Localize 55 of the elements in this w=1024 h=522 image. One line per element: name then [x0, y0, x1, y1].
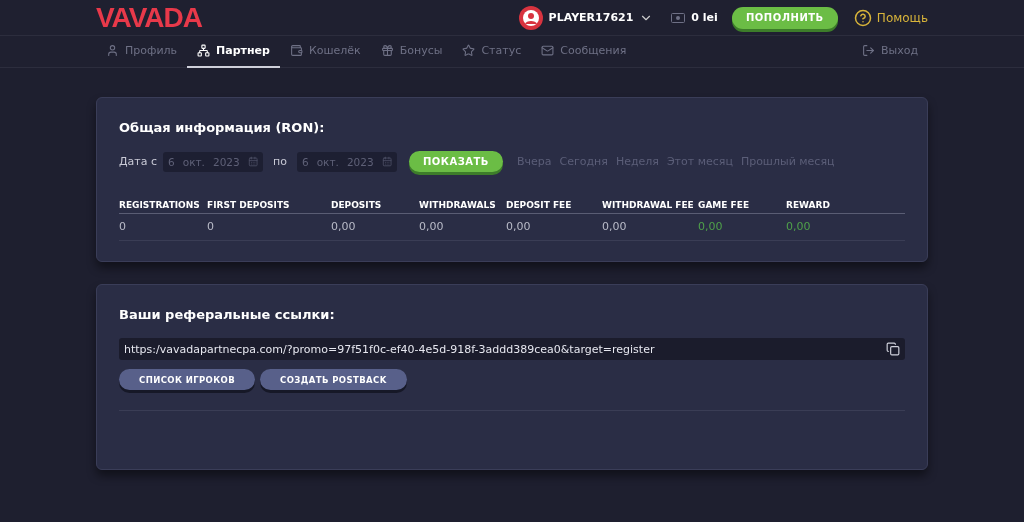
help-link[interactable]: Помощь: [876, 10, 928, 25]
date-field[interactable]: 6 окт. 2023: [163, 151, 264, 172]
help-icon[interactable]: [853, 8, 872, 27]
username: PLAYER17621: [548, 11, 634, 24]
nav-tab[interactable]: Партнер: [187, 35, 280, 68]
logout-link[interactable]: Выход: [851, 35, 928, 68]
nav-tab[interactable]: Профиль: [96, 35, 188, 68]
referral-link-field[interactable]: https:/vavadapartnecpa.com/?promo=97f51f0c-ef40-4e5d-918f-3addd389cea0&target=register: [119, 338, 905, 360]
table-cell-text: 0,00: [698, 220, 724, 233]
table-cell-text: 0,00: [331, 220, 357, 233]
nav-tab[interactable]: Бонусы: [370, 35, 453, 68]
balance: 0 lei: [691, 11, 718, 24]
date-field[interactable]: 6 окт. 2023: [296, 151, 397, 172]
table-cell-text: 0,00: [786, 220, 812, 233]
column-header: DEPOSITS: [331, 200, 383, 210]
date-year: 2023: [212, 155, 240, 168]
date-day: 6: [301, 155, 309, 168]
date-month: окт.: [182, 155, 205, 168]
nav-tab[interactable]: Кошелёк: [279, 35, 371, 68]
logout-icon: [861, 44, 875, 57]
date-day: 6: [168, 155, 175, 168]
column-header: REGISTRATIONS: [119, 200, 201, 210]
person-icon: [106, 44, 119, 57]
table-cell-text: 0,00: [419, 220, 445, 233]
date-year: 2023: [346, 155, 374, 168]
deposit-button[interactable]: ПОПОЛНИТЬ: [731, 6, 838, 29]
date-month: окт.: [316, 155, 339, 168]
card-title: Общая информация (RON):: [119, 120, 326, 135]
column-header: FIRST DEPOSITS: [207, 200, 291, 210]
wallet-icon: [289, 44, 303, 57]
show-button[interactable]: ПОКАЗАТЬ: [408, 151, 503, 172]
cash-icon: [671, 12, 686, 23]
copy-icon[interactable]: [886, 342, 900, 356]
star-icon: [462, 44, 476, 57]
column-header: REWARD: [786, 200, 831, 210]
table-cell-text: 0,00: [506, 220, 532, 233]
logo[interactable]: VAVADA: [96, 1, 202, 34]
players-list-button[interactable]: СПИСОК ИГРОКОВ: [119, 369, 256, 390]
nav-tab[interactable]: Статус: [452, 35, 532, 68]
column-header: WITHDRAWALS: [419, 200, 497, 210]
column-header: GAME FEE: [698, 200, 751, 210]
column-header: WITHDRAWAL FEE: [602, 200, 695, 210]
table-cell-text: 0: [119, 220, 127, 233]
date-from-label: Дата с: [119, 155, 158, 168]
column-header: DEPOSIT FEE: [506, 200, 573, 210]
card-title: Ваши реферальные ссылки:: [119, 307, 336, 322]
network-icon: [197, 44, 211, 57]
envelope-icon: [541, 44, 555, 57]
create-postback-button[interactable]: СОЗДАТЬ POSTBACK: [260, 369, 407, 390]
avatar-icon[interactable]: [518, 5, 543, 30]
nav-tab[interactable]: Сообщения: [531, 35, 637, 68]
table-cell-text: 0,00: [602, 220, 628, 233]
date-to-label: по: [273, 155, 287, 168]
gift-icon: [380, 44, 394, 57]
table-cell-text: 0: [207, 220, 215, 233]
